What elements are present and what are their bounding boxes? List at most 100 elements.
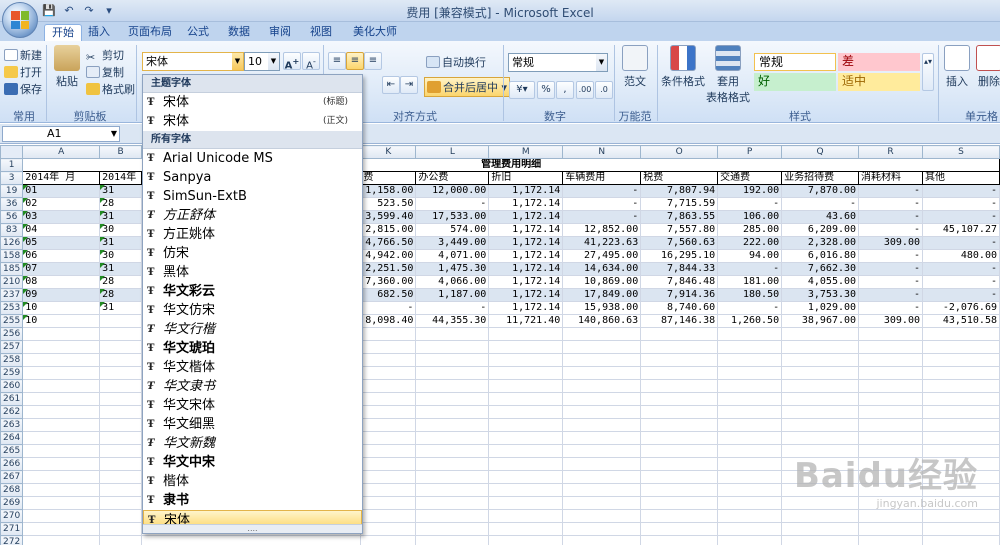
table-cell[interactable]: [360, 431, 417, 445]
table-cell[interactable]: [921, 327, 1000, 341]
table-cell[interactable]: 7,844.33: [640, 262, 719, 276]
header-cell[interactable]: 2014年: [99, 171, 143, 185]
table-cell[interactable]: [921, 392, 1000, 406]
table-cell[interactable]: 1,172.14: [488, 262, 564, 276]
table-cell[interactable]: [415, 327, 490, 341]
table-cell[interactable]: -: [921, 210, 1000, 224]
table-cell[interactable]: 45,107.27: [921, 223, 1000, 237]
table-cell[interactable]: [562, 522, 642, 536]
row-header[interactable]: 83: [0, 223, 24, 237]
column-header[interactable]: O: [640, 145, 719, 159]
table-cell[interactable]: 7,715.59: [640, 197, 719, 211]
table-cell[interactable]: 15,938.00: [562, 301, 642, 315]
table-cell[interactable]: [921, 535, 1000, 545]
table-cell[interactable]: 10: [22, 314, 101, 328]
table-cell[interactable]: 7,360.00: [360, 275, 417, 289]
table-cell[interactable]: [921, 340, 1000, 354]
table-cell[interactable]: -: [360, 301, 417, 315]
row-header[interactable]: 185: [0, 262, 24, 276]
table-cell[interactable]: [640, 470, 719, 484]
table-cell[interactable]: 1,172.14: [488, 301, 564, 315]
table-cell[interactable]: 10: [22, 301, 101, 315]
row-header[interactable]: 258: [0, 353, 24, 367]
style-bad[interactable]: 差: [838, 53, 920, 71]
open-button[interactable]: 打开: [4, 64, 42, 80]
table-cell[interactable]: 180.50: [717, 288, 783, 302]
table-cell[interactable]: [99, 509, 143, 523]
table-cell[interactable]: [781, 379, 860, 393]
row-header[interactable]: 267: [0, 470, 24, 484]
table-cell[interactable]: 06: [22, 249, 101, 263]
table-cell[interactable]: [488, 496, 564, 510]
header-cell[interactable]: 折旧: [488, 171, 564, 185]
table-cell[interactable]: 31: [99, 262, 143, 276]
table-cell[interactable]: 05: [22, 236, 101, 250]
table-cell[interactable]: -: [858, 249, 923, 263]
table-cell[interactable]: 4,066.00: [415, 275, 490, 289]
table-cell[interactable]: [22, 392, 101, 406]
table-cell[interactable]: [562, 431, 642, 445]
table-cell[interactable]: 1,158.00: [360, 184, 417, 198]
table-cell[interactable]: -: [858, 184, 923, 198]
tab-formulas[interactable]: 公式: [183, 24, 213, 41]
table-cell[interactable]: [640, 340, 719, 354]
column-header[interactable]: A: [22, 145, 101, 159]
column-header[interactable]: L: [415, 145, 490, 159]
table-cell[interactable]: [921, 353, 1000, 367]
table-cell[interactable]: [415, 353, 490, 367]
table-cell[interactable]: -: [921, 275, 1000, 289]
table-cell[interactable]: [717, 522, 783, 536]
row-header[interactable]: 271: [0, 522, 24, 536]
table-cell[interactable]: [921, 522, 1000, 536]
table-cell[interactable]: [360, 366, 417, 380]
table-cell[interactable]: 41,223.63: [562, 236, 642, 250]
table-cell[interactable]: [99, 483, 143, 497]
tab-home[interactable]: 开始: [44, 24, 82, 41]
table-cell[interactable]: [858, 392, 923, 406]
table-cell[interactable]: 30: [99, 249, 143, 263]
format-painter-button[interactable]: 格式刷: [86, 81, 135, 97]
table-cell[interactable]: [22, 444, 101, 458]
table-cell[interactable]: [360, 379, 417, 393]
table-cell[interactable]: [488, 379, 564, 393]
table-cell[interactable]: [858, 340, 923, 354]
table-cell[interactable]: [360, 405, 417, 419]
table-cell[interactable]: [488, 535, 564, 545]
table-cell[interactable]: -: [858, 210, 923, 224]
font-option[interactable]: Ŧ 华文新魏: [143, 434, 362, 453]
table-cell[interactable]: [921, 431, 1000, 445]
table-cell[interactable]: -: [717, 301, 783, 315]
row-header[interactable]: 260: [0, 379, 24, 393]
table-cell[interactable]: 3,599.40: [360, 210, 417, 224]
column-header[interactable]: P: [717, 145, 783, 159]
table-cell[interactable]: [22, 405, 101, 419]
row-header[interactable]: 262: [0, 405, 24, 419]
table-cell[interactable]: [717, 366, 783, 380]
header-cell[interactable]: 消耗材料: [858, 171, 923, 185]
header-cell[interactable]: 2014年 月: [22, 171, 101, 185]
tab-data[interactable]: 数据: [224, 24, 254, 41]
table-cell[interactable]: [717, 379, 783, 393]
table-cell[interactable]: -: [562, 197, 642, 211]
table-cell[interactable]: [488, 470, 564, 484]
table-cell[interactable]: [717, 327, 783, 341]
font-option[interactable]: Ŧ Arial Unicode MS: [143, 149, 362, 168]
table-cell[interactable]: -2,076.69: [921, 301, 1000, 315]
table-cell[interactable]: [415, 535, 490, 545]
table-cell[interactable]: 94.00: [717, 249, 783, 263]
table-cell[interactable]: 181.00: [717, 275, 783, 289]
table-cell[interactable]: [781, 366, 860, 380]
table-cell[interactable]: 1,260.50: [717, 314, 783, 328]
table-cell[interactable]: [22, 483, 101, 497]
table-cell[interactable]: 2,328.00: [781, 236, 860, 250]
tab-review[interactable]: 审阅: [265, 24, 295, 41]
row-header[interactable]: 56: [0, 210, 24, 224]
table-cell[interactable]: [921, 418, 1000, 432]
table-cell[interactable]: -: [921, 262, 1000, 276]
table-cell[interactable]: -: [415, 197, 490, 211]
increase-decimal-icon[interactable]: .00: [576, 81, 594, 99]
table-cell[interactable]: [858, 379, 923, 393]
table-cell[interactable]: [640, 405, 719, 419]
table-cell[interactable]: [360, 470, 417, 484]
font-option[interactable]: Ŧ 华文宋体: [143, 396, 362, 415]
